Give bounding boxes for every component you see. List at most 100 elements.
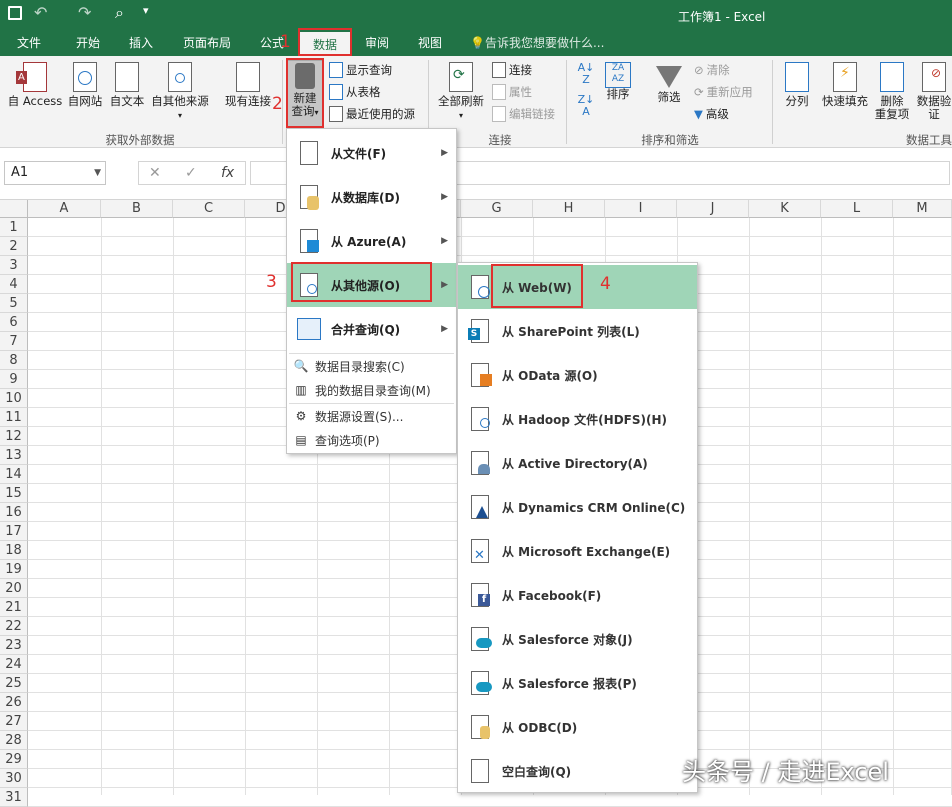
menu-my-catalog-queries[interactable]: ▥ 我的数据目录查询(M) bbox=[287, 378, 456, 402]
row-header[interactable]: 18 bbox=[0, 541, 28, 560]
show-queries-button[interactable]: 显示查询 bbox=[329, 60, 392, 80]
menu-from-file[interactable]: 从文件(F) ▶ bbox=[287, 131, 456, 175]
row-header[interactable]: 10 bbox=[0, 389, 28, 408]
column-header[interactable]: M bbox=[893, 200, 952, 218]
sort-za-button[interactable]: Z↓ A bbox=[574, 94, 598, 118]
column-header[interactable]: K bbox=[749, 200, 821, 218]
row-header[interactable]: 31 bbox=[0, 788, 28, 807]
row-header[interactable]: 19 bbox=[0, 560, 28, 579]
menu-from-hadoop[interactable]: 从 Hadoop 文件(HDFS)(H) bbox=[458, 397, 697, 441]
enter-icon[interactable]: ✓ bbox=[185, 162, 197, 184]
row-header[interactable]: 21 bbox=[0, 598, 28, 617]
from-table-button[interactable]: 从表格 bbox=[329, 82, 381, 102]
clear-filter-button[interactable]: ⊘ 清除 bbox=[694, 60, 730, 80]
tab-insert[interactable]: 插入 bbox=[116, 30, 166, 56]
column-header[interactable]: A bbox=[28, 200, 101, 218]
menu-from-azure[interactable]: 从 Azure(A) ▶ bbox=[287, 219, 456, 263]
name-box[interactable]: A1 ▼ bbox=[4, 161, 106, 185]
row-header[interactable]: 1 bbox=[0, 218, 28, 237]
chevron-down-icon[interactable]: ▼ bbox=[94, 162, 101, 184]
sort-button[interactable]: ZA AZ 排序 bbox=[600, 62, 636, 101]
row-header[interactable]: 9 bbox=[0, 370, 28, 389]
recent-sources-button[interactable]: 最近使用的源 bbox=[329, 104, 415, 124]
row-header[interactable]: 3 bbox=[0, 256, 28, 275]
row-header[interactable]: 25 bbox=[0, 674, 28, 693]
row-header[interactable]: 24 bbox=[0, 655, 28, 674]
menu-data-source-settings[interactable]: ⚙ 数据源设置(S)... bbox=[287, 404, 456, 428]
row-header[interactable]: 29 bbox=[0, 750, 28, 769]
menu-from-database[interactable]: 从数据库(D) ▶ bbox=[287, 175, 456, 219]
tab-view[interactable]: 视图 bbox=[408, 30, 452, 56]
reapply-button[interactable]: ⟳ 重新应用 bbox=[694, 82, 753, 102]
row-header[interactable]: 5 bbox=[0, 294, 28, 313]
from-text-button[interactable]: 自文本 bbox=[106, 62, 148, 108]
row-header[interactable]: 2 bbox=[0, 237, 28, 256]
data-validation-button[interactable]: ⊘ 数据验证 bbox=[912, 62, 952, 121]
from-access-button[interactable]: A 自 Access bbox=[4, 62, 66, 108]
tab-file[interactable]: 文件 bbox=[6, 30, 52, 56]
menu-from-salesforce-objects[interactable]: 从 Salesforce 对象(J) bbox=[458, 617, 697, 661]
refresh-all-button[interactable]: ⟳ 全部刷新 ▾ bbox=[434, 62, 488, 122]
row-header[interactable]: 11 bbox=[0, 408, 28, 427]
menu-from-salesforce-reports[interactable]: 从 Salesforce 报表(P) bbox=[458, 661, 697, 705]
menu-from-active-directory[interactable]: 从 Active Directory(A) bbox=[458, 441, 697, 485]
remove-duplicates-button[interactable]: 删除 重复项 bbox=[872, 62, 912, 121]
tell-me-search[interactable]: 💡告诉我您想要做什么... bbox=[470, 30, 620, 56]
column-header[interactable]: C bbox=[173, 200, 245, 218]
row-header[interactable]: 7 bbox=[0, 332, 28, 351]
row-header[interactable]: 26 bbox=[0, 693, 28, 712]
tab-page-layout[interactable]: 页面布局 bbox=[176, 30, 238, 56]
menu-from-facebook[interactable]: f从 Facebook(F) bbox=[458, 573, 697, 617]
existing-connections-button[interactable]: 现有连接 bbox=[220, 62, 276, 108]
row-header[interactable]: 20 bbox=[0, 579, 28, 598]
connections-button[interactable]: 连接 bbox=[492, 60, 532, 80]
menu-query-options[interactable]: ▤ 查询选项(P) bbox=[287, 428, 456, 452]
tab-home[interactable]: 开始 bbox=[62, 30, 114, 56]
edit-links-button[interactable]: 编辑链接 bbox=[492, 104, 555, 124]
column-header[interactable]: J bbox=[677, 200, 749, 218]
text-to-columns-button[interactable]: 分列 bbox=[780, 62, 814, 108]
menu-catalog-search[interactable]: 🔍 数据目录搜索(C) bbox=[287, 354, 456, 378]
flash-fill-button[interactable]: ⚡ 快速填充 bbox=[818, 62, 872, 108]
column-header[interactable]: I bbox=[605, 200, 677, 218]
menu-from-odata[interactable]: 从 OData 源(O) bbox=[458, 353, 697, 397]
customize-qat-icon[interactable]: ▾ bbox=[143, 4, 149, 17]
column-header[interactable]: H bbox=[533, 200, 605, 218]
column-header[interactable]: B bbox=[101, 200, 173, 218]
properties-button[interactable]: 属性 bbox=[492, 82, 532, 102]
menu-from-dynamics-crm[interactable]: 从 Dynamics CRM Online(C) bbox=[458, 485, 697, 529]
column-header[interactable]: G bbox=[461, 200, 533, 218]
row-header[interactable]: 16 bbox=[0, 503, 28, 522]
menu-combine-queries[interactable]: 合并查询(Q) ▶ bbox=[287, 307, 456, 351]
from-other-sources-button[interactable]: 自其他来源 ▾ bbox=[148, 62, 212, 122]
row-header[interactable]: 15 bbox=[0, 484, 28, 503]
row-header[interactable]: 30 bbox=[0, 769, 28, 788]
sort-az-button[interactable]: A↓ Z bbox=[574, 62, 598, 86]
insert-function-icon[interactable]: fx bbox=[221, 162, 234, 184]
redo-icon[interactable]: ↷ bbox=[78, 3, 91, 22]
undo-icon[interactable]: ↶ bbox=[34, 3, 47, 22]
from-web-button[interactable]: 自网站 bbox=[64, 62, 106, 108]
cancel-icon[interactable]: ✕ bbox=[149, 162, 161, 184]
row-header[interactable]: 23 bbox=[0, 636, 28, 655]
print-preview-icon[interactable]: ⌕ bbox=[115, 3, 124, 23]
row-header[interactable]: 14 bbox=[0, 465, 28, 484]
save-icon[interactable] bbox=[8, 6, 22, 20]
tab-review[interactable]: 审阅 bbox=[356, 30, 398, 56]
row-header[interactable]: 12 bbox=[0, 427, 28, 446]
menu-from-exchange[interactable]: ✕ 从 Microsoft Exchange(E) bbox=[458, 529, 697, 573]
advanced-filter-button[interactable]: ▼ 高级 bbox=[694, 104, 729, 124]
row-header[interactable]: 4 bbox=[0, 275, 28, 294]
menu-from-odbc[interactable]: 从 ODBC(D) bbox=[458, 705, 697, 749]
filter-button[interactable]: 筛选 bbox=[648, 62, 690, 104]
menu-from-sharepoint[interactable]: S从 SharePoint 列表(L) bbox=[458, 309, 697, 353]
row-header[interactable]: 27 bbox=[0, 712, 28, 731]
select-all-corner[interactable] bbox=[0, 200, 28, 218]
row-header[interactable]: 28 bbox=[0, 731, 28, 750]
row-header[interactable]: 17 bbox=[0, 522, 28, 541]
row-header[interactable]: 13 bbox=[0, 446, 28, 465]
menu-blank-query[interactable]: 空白查询(Q) bbox=[458, 749, 697, 793]
row-header[interactable]: 22 bbox=[0, 617, 28, 636]
row-header[interactable]: 6 bbox=[0, 313, 28, 332]
column-header[interactable]: L bbox=[821, 200, 893, 218]
